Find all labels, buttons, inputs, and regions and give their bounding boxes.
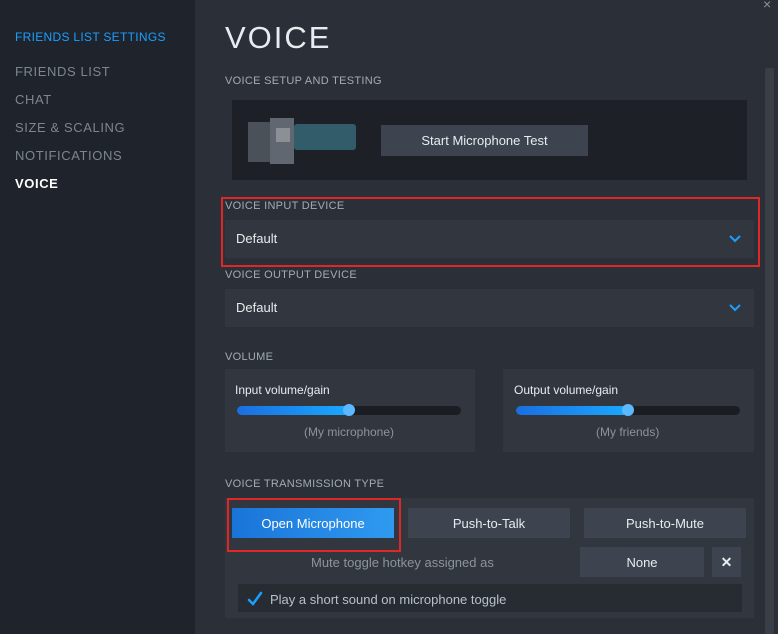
output-volume-sublabel: (My friends) bbox=[596, 425, 660, 439]
sidebar-item-friends-list[interactable]: FRIENDS LIST bbox=[15, 64, 110, 79]
sidebar-title: FRIENDS LIST SETTINGS bbox=[15, 30, 166, 44]
input-volume-label: Input volume/gain bbox=[235, 383, 330, 397]
section-label-output-device: VOICE OUTPUT DEVICE bbox=[225, 269, 358, 281]
output-volume-slider[interactable] bbox=[516, 404, 740, 416]
output-volume-thumb[interactable] bbox=[622, 404, 634, 416]
clear-hotkey-button[interactable]: ✕ bbox=[712, 547, 741, 577]
hotkey-button[interactable]: None bbox=[580, 547, 704, 577]
output-device-dropdown[interactable]: Default bbox=[225, 289, 754, 327]
output-volume-fill bbox=[516, 406, 628, 415]
open-microphone-highlight bbox=[227, 498, 401, 552]
input-volume-thumb[interactable] bbox=[343, 404, 355, 416]
hotkey-label: Mute toggle hotkey assigned as bbox=[311, 555, 494, 570]
push-to-mute-button[interactable]: Push-to-Mute bbox=[584, 508, 746, 538]
push-to-talk-button[interactable]: Push-to-Talk bbox=[408, 508, 570, 538]
input-volume-sublabel: (My microphone) bbox=[304, 425, 395, 439]
input-volume-slider[interactable] bbox=[237, 404, 461, 416]
sidebar-item-size-scaling[interactable]: SIZE & SCALING bbox=[15, 120, 125, 135]
close-icon[interactable]: × bbox=[763, 0, 771, 12]
scrollbar[interactable] bbox=[765, 68, 774, 634]
avatar bbox=[248, 118, 356, 164]
input-device-highlight bbox=[221, 197, 760, 267]
settings-sidebar: FRIENDS LIST SETTINGS FRIENDS LIST CHAT … bbox=[0, 0, 195, 634]
output-device-value: Default bbox=[236, 300, 278, 315]
sidebar-item-chat[interactable]: CHAT bbox=[15, 92, 52, 107]
checkmark-icon[interactable] bbox=[246, 590, 264, 608]
sidebar-item-voice[interactable]: VOICE bbox=[15, 176, 58, 191]
start-microphone-test-button[interactable]: Start Microphone Test bbox=[381, 125, 588, 156]
chevron-down-icon bbox=[729, 304, 741, 312]
output-volume-label: Output volume/gain bbox=[514, 383, 619, 397]
section-label-transmission: VOICE TRANSMISSION TYPE bbox=[225, 478, 385, 490]
section-label-volume: VOLUME bbox=[225, 351, 274, 363]
page-title: VOICE bbox=[225, 20, 332, 55]
input-volume-fill bbox=[237, 406, 349, 415]
section-label-setup: VOICE SETUP AND TESTING bbox=[225, 75, 382, 87]
sound-toggle-label: Play a short sound on microphone toggle bbox=[270, 592, 507, 607]
sidebar-item-notifications[interactable]: NOTIFICATIONS bbox=[15, 148, 122, 163]
